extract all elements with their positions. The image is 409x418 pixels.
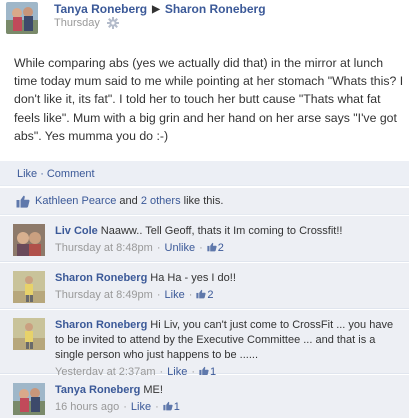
commenter-avatar[interactable] (13, 271, 45, 303)
comment-author-link[interactable]: Sharon Roneberg (55, 319, 147, 331)
likes-suffix: like this. (183, 195, 224, 207)
gear-icon[interactable] (107, 17, 119, 29)
comment-like-count[interactable]: 1 (174, 401, 180, 413)
comment-text: ME! (143, 384, 163, 396)
comment-item: Liv Cole Naaww.. Tell Geoff, thats it Im … (0, 216, 409, 262)
comment-like-count[interactable]: 2 (218, 242, 224, 254)
post-author-link[interactable]: Tanya Roneberg (54, 2, 147, 16)
like-link[interactable]: Like (165, 289, 185, 301)
comment-text: Naaww.. Tell Geoff, thats it Im coming t… (100, 225, 343, 237)
liker-name-link[interactable]: Kathleen Pearce (35, 195, 116, 207)
comment-author-link[interactable]: Sharon Roneberg (55, 272, 147, 284)
comment-author-link[interactable]: Liv Cole (55, 225, 98, 237)
thumbs-up-icon (196, 289, 207, 299)
separator: · (156, 289, 161, 301)
triangle-right-icon: ▶ (152, 4, 160, 15)
likes-and: and (119, 195, 138, 207)
like-link[interactable]: Like (131, 401, 151, 413)
likes-summary: Kathleen Pearce and 2 others like this. (0, 188, 409, 215)
thumbs-up-icon (16, 195, 30, 208)
post-timestamp[interactable]: Thursday (54, 17, 100, 29)
separator: · (123, 401, 127, 413)
comment-text: Ha Ha - yes I do!! (150, 272, 236, 284)
comment-item: Sharon Roneberg Hi Liv, you can't just co… (0, 310, 409, 378)
commenter-avatar[interactable] (13, 383, 45, 415)
post-target-link[interactable]: Sharon Roneberg (165, 2, 266, 16)
comment-item: Sharon Roneberg Ha Ha - yes I do!! Thursd… (0, 263, 409, 309)
comment-link[interactable]: Comment (47, 168, 95, 180)
comment-timestamp[interactable]: 16 hours ago (55, 401, 119, 413)
comment-like-count[interactable]: 2 (207, 289, 213, 301)
separator: · (199, 242, 203, 254)
post-header: Tanya Roneberg ▶ Sharon Roneberg Thursday (0, 0, 409, 34)
comment-author-link[interactable]: Tanya Roneberg (55, 384, 140, 396)
commenter-avatar[interactable] (13, 224, 45, 256)
thumbs-up-icon (163, 401, 173, 411)
comment-item: Tanya Roneberg ME! 16 hours ago · Like · 1 (0, 375, 409, 418)
unlike-link[interactable]: Unlike (165, 242, 196, 254)
author-avatar[interactable] (6, 2, 38, 34)
likes-others-link[interactable]: 2 others (141, 195, 181, 207)
post-names: Tanya Roneberg ▶ Sharon Roneberg (54, 2, 266, 16)
comment-timestamp[interactable]: Thursday at 8:48pm (55, 242, 153, 254)
commenter-avatar[interactable] (13, 318, 45, 350)
comment-timestamp[interactable]: Thursday at 8:49pm (55, 289, 153, 301)
separator: · (156, 242, 161, 254)
like-link[interactable]: Like (17, 168, 37, 180)
thumbs-up-icon (207, 242, 217, 252)
separator: · (188, 289, 193, 301)
separator: · (155, 401, 159, 413)
post-actions-bar: Like · Comment (0, 161, 409, 186)
post-text: While comparing abs (yes we actually did… (14, 56, 404, 143)
separator: · (40, 168, 44, 180)
